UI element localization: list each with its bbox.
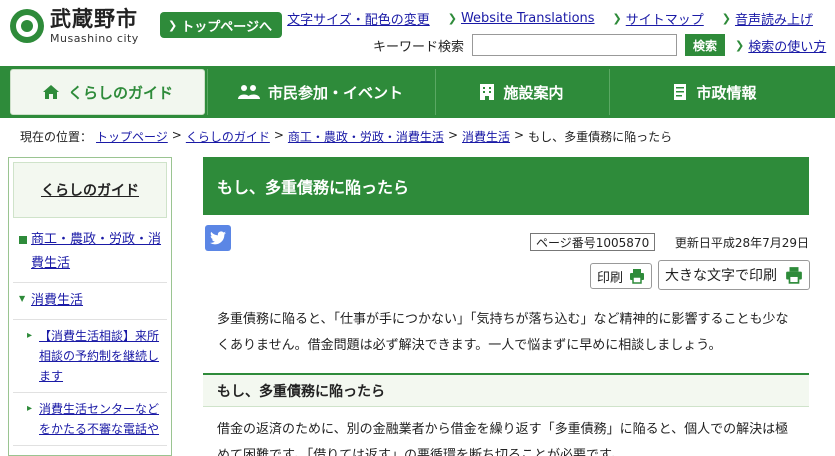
top-page-button[interactable]: ❯ トップページへ (160, 12, 282, 38)
breadcrumb-prefix: 現在の位置： (20, 130, 93, 144)
breadcrumb-link[interactable]: 消費生活 (462, 128, 510, 145)
breadcrumb-link[interactable]: 商工・農政・労政・消費生活 (288, 128, 444, 145)
nav-label: くらしのガイド (67, 83, 173, 102)
sidebar-item-consultation[interactable]: ▸ 【消費生活相談】来所相談の予約制を継続します (13, 320, 167, 393)
nav-item-city-info[interactable]: 市政情報 (609, 69, 819, 115)
sidebar-item-consumer-life[interactable]: ▼ 消費生活 (13, 283, 167, 320)
sidebar-item-label[interactable]: 消費生活センターなどをかたる不審な電話や (39, 399, 163, 439)
top-page-label: トップページへ (181, 19, 272, 35)
intro-paragraph: 多重債務に陥ると、「仕事が手につかない」「気持ちが落ち込む」など精神的に影響する… (217, 312, 789, 353)
util-link-translations[interactable]: ❯ Website Translations (448, 9, 595, 28)
breadcrumb-link[interactable]: トップページ (96, 128, 168, 145)
util-link-label[interactable]: 文字サイズ・配色の変更 (287, 9, 430, 28)
breadcrumb-separator: > (514, 128, 525, 142)
city-emblem-icon (10, 9, 44, 43)
chevron-right-icon: ❯ (447, 12, 457, 25)
sidebar-heading-label[interactable]: くらしのガイド (41, 180, 139, 200)
sidebar-list: 商工・農政・労政・消費生活 ▼ 消費生活 ▸ 【消費生活相談】来所相談の予約制を… (13, 222, 167, 446)
sidebar-item-label[interactable]: 商工・農政・労政・消費生活 (31, 228, 163, 276)
breadcrumb-current: もし、多重債務に陥ったら (528, 130, 673, 144)
logo-name-jp: 武蔵野市 (50, 6, 138, 31)
util-link-text-size[interactable]: ❯ 文字サイズ・配色の変更 (274, 9, 430, 28)
main-content: もし、多重債務に陥ったら ページ番号1005870 更新日平成28年7月29日 … (203, 157, 810, 456)
building-icon (480, 84, 495, 100)
print-large-button[interactable]: 大きな文字で印刷 (658, 260, 810, 290)
breadcrumb-separator: > (447, 128, 458, 142)
search-button[interactable]: 検索 (685, 34, 726, 56)
sidebar: くらしのガイド 商工・農政・労政・消費生活 ▼ 消費生活 ▸ 【消費生活相談】来… (8, 157, 172, 456)
twitter-share-button[interactable] (205, 225, 231, 251)
search-help-link[interactable]: ❯ 検索の使い方 (735, 36, 826, 55)
util-link-sitemap[interactable]: ❯ サイトマップ (613, 9, 704, 28)
page-number: ページ番号1005870 (530, 233, 656, 251)
body-paragraph: 借金の返済のために、別の金融業者から借金を繰り返す「多重債務」に陥ると、個人での… (217, 422, 789, 456)
logo-name-en: Musashino city (50, 31, 139, 45)
search-help-label[interactable]: 検索の使い方 (748, 36, 826, 55)
page-meta: ページ番号1005870 更新日平成28年7月29日 印刷 大きな文字で印刷 (203, 215, 810, 293)
arrow-right-icon: ▸ (27, 330, 33, 341)
nav-label: 施設案内 (503, 83, 564, 102)
search-label: キーワード検索 (373, 39, 465, 55)
printer-icon (630, 269, 645, 284)
global-nav: くらしのガイド 市民参加・イベント 施設案内 市政情報 (0, 66, 835, 118)
print-button[interactable]: 印刷 (590, 263, 653, 289)
breadcrumb-separator: > (273, 128, 284, 142)
square-bullet-icon (19, 236, 27, 244)
util-link-label[interactable]: サイトマップ (626, 9, 704, 28)
chevron-right-icon: ❯ (612, 12, 622, 25)
nav-label: 市民参加・イベント (267, 83, 403, 102)
nav-item-facilities[interactable]: 施設案内 (435, 69, 607, 115)
chevron-right-icon: ❯ (735, 38, 745, 52)
updated-date: 更新日平成28年7月29日 (674, 235, 809, 250)
breadcrumb-link[interactable]: くらしのガイド (186, 128, 270, 145)
nav-item-living-guide[interactable]: くらしのガイド (10, 69, 205, 115)
search-input[interactable] (472, 34, 678, 56)
triangle-down-icon: ▼ (19, 294, 26, 303)
document-icon (674, 84, 687, 100)
util-link-label[interactable]: 音声読み上げ (735, 9, 813, 28)
search-area: キーワード検索 検索 ❯ 検索の使い方 (373, 34, 826, 56)
sidebar-heading[interactable]: くらしのガイド (13, 162, 167, 218)
arrow-right-icon: ▸ (27, 403, 33, 414)
util-link-label[interactable]: Website Translations (461, 11, 595, 26)
utility-links: ❯ 文字サイズ・配色の変更 ❯ Website Translations ❯ サ… (274, 9, 813, 28)
print-label: 印刷 (597, 270, 624, 286)
chevron-right-icon: ❯ (721, 12, 731, 25)
sidebar-item-commerce[interactable]: 商工・農政・労政・消費生活 (13, 222, 167, 283)
page-title: もし、多重債務に陥ったら (203, 157, 809, 215)
sidebar-item-label[interactable]: 消費生活 (31, 289, 83, 313)
sidebar-item-scam-calls[interactable]: ▸ 消費生活センターなどをかたる不審な電話や (13, 393, 167, 446)
twitter-icon (210, 231, 226, 245)
util-link-read-aloud[interactable]: ❯ 音声読み上げ (722, 9, 813, 28)
sidebar-item-label[interactable]: 【消費生活相談】来所相談の予約制を継続します (39, 326, 163, 386)
chevron-right-icon: ❯ (168, 18, 178, 32)
nav-label: 市政情報 (696, 83, 757, 102)
nav-item-participation-events[interactable]: 市民参加・イベント (207, 69, 433, 115)
breadcrumb: 現在の位置： トップページ > くらしのガイド > 商工・農政・労政・消費生活 … (20, 128, 672, 145)
house-icon (42, 85, 59, 99)
breadcrumb-separator: > (171, 128, 182, 142)
people-icon (237, 85, 260, 99)
section-heading: もし、多重債務に陥ったら (203, 373, 809, 407)
site-header: 武蔵野市 Musashino city ❯ トップページへ ❯ 文字サイズ・配色… (0, 0, 835, 66)
chevron-right-icon: ❯ (273, 12, 284, 25)
site-logo[interactable]: 武蔵野市 Musashino city (10, 6, 150, 46)
printer-icon (786, 267, 802, 284)
print-large-label: 大きな文字で印刷 (665, 268, 777, 284)
